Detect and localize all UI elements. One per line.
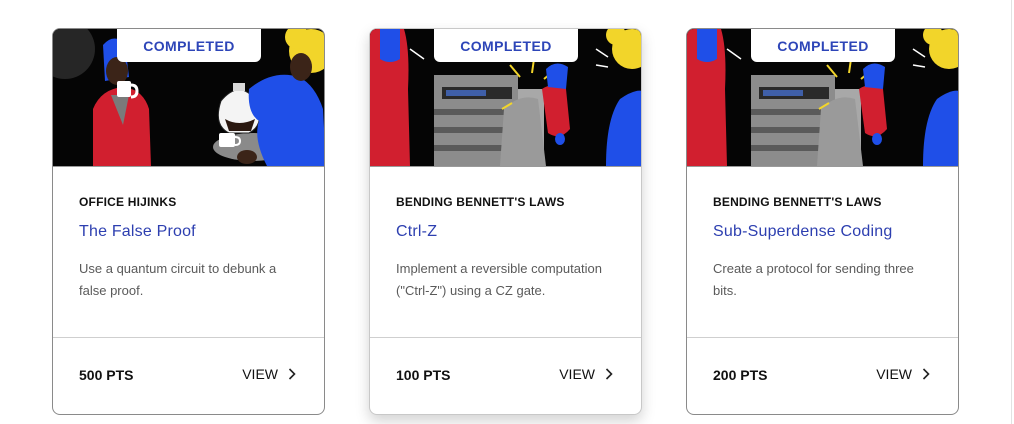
coffee-illustration: COMPLETED: [53, 29, 324, 166]
card-points: 500 PTS: [79, 367, 134, 383]
card-points: 100 PTS: [396, 367, 451, 383]
card-title[interactable]: Sub-Superdense Coding: [713, 223, 892, 241]
page-divider: [1011, 0, 1012, 424]
completed-badge: COMPLETED: [117, 29, 261, 62]
completed-badge: COMPLETED: [434, 29, 578, 62]
card-title[interactable]: The False Proof: [79, 223, 196, 241]
card-description: Use a quantum circuit to debunk a false …: [79, 261, 277, 298]
view-label: VIEW: [559, 366, 595, 382]
chevron-right-icon: [288, 368, 296, 380]
card-footer: 200 PTS VIEW: [687, 337, 958, 414]
card-body: BENDING BENNETT'S LAWS Ctrl-Z Implement …: [370, 166, 641, 338]
card-points: 200 PTS: [713, 367, 768, 383]
challenge-card-sub-superdense-coding[interactable]: COMPLETED BENDING BENNETT'S LAWS Sub-Sup…: [686, 28, 959, 415]
card-description: Create a protocol for sending three bits…: [713, 261, 914, 298]
copier-illustration: COMPLETED: [370, 29, 641, 166]
card-description: Implement a reversible computation ("Ctr…: [396, 261, 602, 298]
card-body: BENDING BENNETT'S LAWS Sub-Superdense Co…: [687, 166, 958, 338]
copier-illustration: COMPLETED: [687, 29, 958, 166]
card-title[interactable]: Ctrl-Z: [396, 223, 437, 241]
challenge-grid: COMPLETED OFFICE HIJINKS The False Proof…: [0, 0, 1014, 424]
card-category: BENDING BENNETT'S LAWS: [713, 195, 882, 209]
card-category: BENDING BENNETT'S LAWS: [396, 195, 565, 209]
chevron-right-icon: [605, 368, 613, 380]
card-category: OFFICE HIJINKS: [79, 195, 177, 209]
view-link[interactable]: VIEW: [876, 366, 930, 382]
chevron-right-icon: [922, 368, 930, 380]
view-label: VIEW: [876, 366, 912, 382]
card-footer: 100 PTS VIEW: [370, 337, 641, 414]
challenge-card-false-proof[interactable]: COMPLETED OFFICE HIJINKS The False Proof…: [52, 28, 325, 415]
view-link[interactable]: VIEW: [559, 366, 613, 382]
view-link[interactable]: VIEW: [242, 366, 296, 382]
card-footer: 500 PTS VIEW: [53, 337, 324, 414]
challenge-card-ctrl-z[interactable]: COMPLETED BENDING BENNETT'S LAWS Ctrl-Z …: [369, 28, 642, 415]
card-body: OFFICE HIJINKS The False Proof Use a qua…: [53, 166, 324, 338]
completed-badge: COMPLETED: [751, 29, 895, 62]
view-label: VIEW: [242, 366, 278, 382]
